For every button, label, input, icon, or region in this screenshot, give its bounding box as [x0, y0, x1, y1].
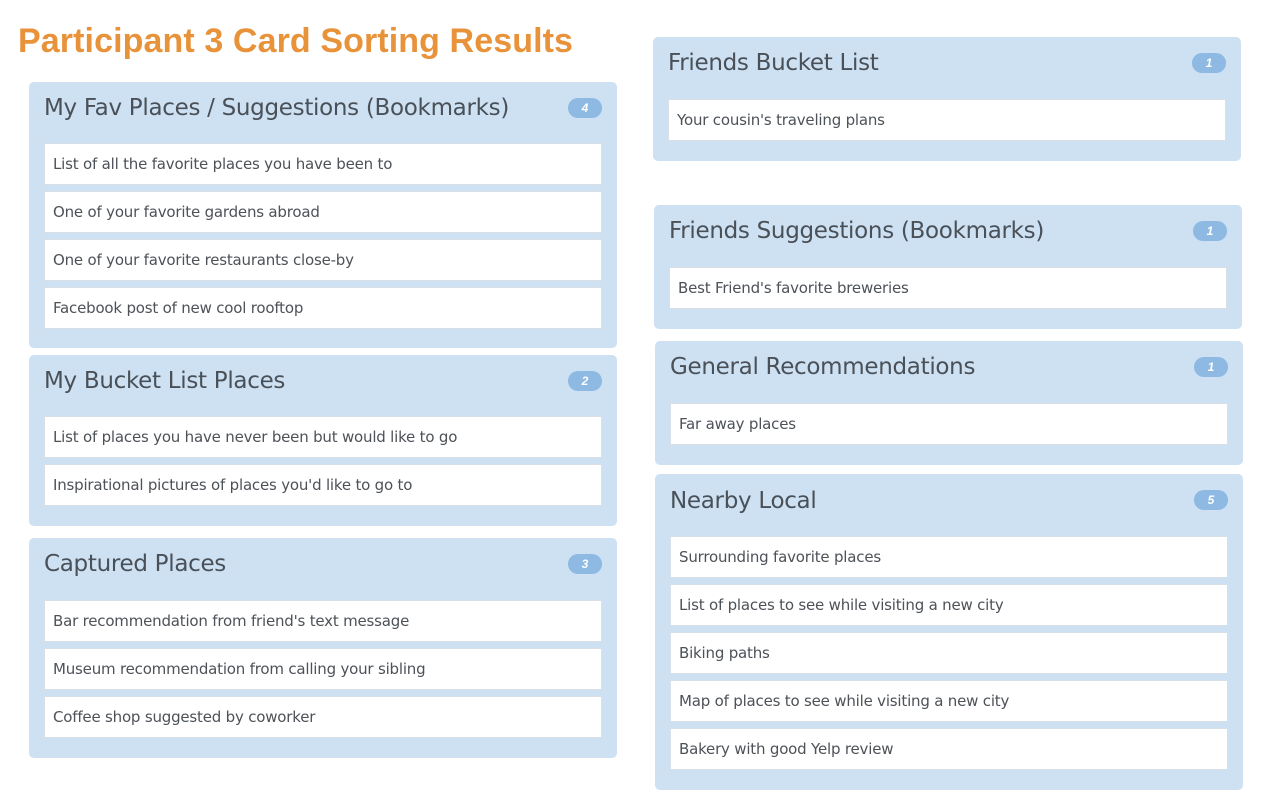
group-title: General Recommendations — [670, 354, 976, 380]
card-item[interactable]: Facebook post of new cool rooftop — [44, 287, 602, 329]
card-item[interactable]: Surrounding favorite places — [670, 536, 1228, 578]
group-my-fav-places[interactable]: My Fav Places / Suggestions (Bookmarks) … — [29, 82, 617, 348]
count-badge: 1 — [1193, 221, 1227, 241]
card-item[interactable]: List of places to see while visiting a n… — [670, 584, 1228, 626]
card-item[interactable]: Biking paths — [670, 632, 1228, 674]
card-item[interactable]: Your cousin's traveling plans — [668, 99, 1226, 141]
group-friends-suggestions[interactable]: Friends Suggestions (Bookmarks) 1 Best F… — [654, 205, 1242, 329]
group-friends-bucket-list[interactable]: Friends Bucket List 1 Your cousin's trav… — [653, 37, 1241, 161]
group-title: Friends Suggestions (Bookmarks) — [669, 218, 1045, 244]
card-item[interactable]: Far away places — [670, 403, 1228, 445]
group-general-recommendations[interactable]: General Recommendations 1 Far away place… — [655, 341, 1243, 465]
group-title: My Bucket List Places — [44, 368, 286, 394]
group-my-bucket-list-places[interactable]: My Bucket List Places 2 List of places y… — [29, 355, 617, 526]
card-item[interactable]: Bar recommendation from friend's text me… — [44, 600, 602, 642]
card-item[interactable]: Map of places to see while visiting a ne… — [670, 680, 1228, 722]
count-badge: 2 — [568, 371, 602, 391]
card-item[interactable]: Museum recommendation from calling your … — [44, 648, 602, 690]
count-badge: 1 — [1194, 357, 1228, 377]
group-title: Captured Places — [44, 551, 226, 577]
card-item[interactable]: Inspirational pictures of places you'd l… — [44, 464, 602, 506]
card-item[interactable]: Bakery with good Yelp review — [670, 728, 1228, 770]
page-title: Participant 3 Card Sorting Results — [18, 22, 574, 60]
group-captured-places[interactable]: Captured Places 3 Bar recommendation fro… — [29, 538, 617, 758]
group-nearby-local[interactable]: Nearby Local 5 Surrounding favorite plac… — [655, 474, 1243, 790]
group-title: Nearby Local — [670, 488, 817, 514]
card-item[interactable]: List of all the favorite places you have… — [44, 143, 602, 185]
count-badge: 3 — [568, 554, 602, 574]
card-item[interactable]: One of your favorite gardens abroad — [44, 191, 602, 233]
group-title: Friends Bucket List — [668, 50, 879, 76]
card-item[interactable]: Coffee shop suggested by coworker — [44, 696, 602, 738]
card-item[interactable]: List of places you have never been but w… — [44, 416, 602, 458]
count-badge: 4 — [568, 98, 602, 118]
group-title: My Fav Places / Suggestions (Bookmarks) — [44, 95, 510, 121]
count-badge: 1 — [1192, 53, 1226, 73]
card-item[interactable]: One of your favorite restaurants close-b… — [44, 239, 602, 281]
count-badge: 5 — [1194, 490, 1228, 510]
card-item[interactable]: Best Friend's favorite breweries — [669, 267, 1227, 309]
